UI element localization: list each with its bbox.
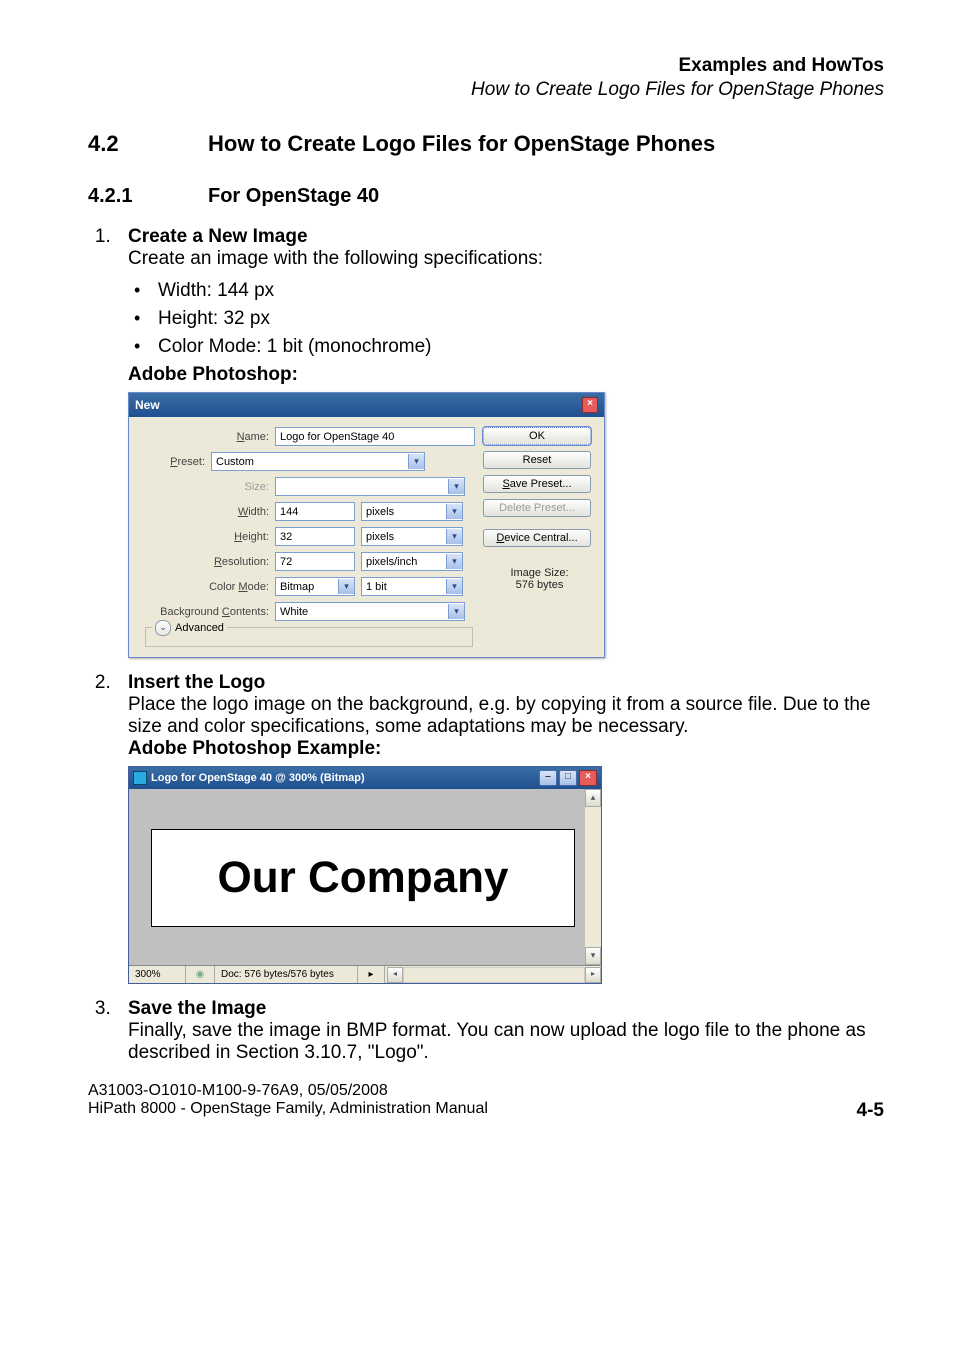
- footer-line2: HiPath 8000 - OpenStage Family, Administ…: [88, 1100, 488, 1117]
- lbl-size: Size:: [245, 481, 269, 493]
- step2-app-label: Adobe Photoshop Example:: [128, 738, 884, 760]
- dialog-title: New: [135, 398, 160, 412]
- window-titlebar[interactable]: Logo for OpenStage 40 @ 300% (Bitmap) – …: [129, 767, 601, 789]
- step-3: Save the Image Finally, save the image i…: [116, 998, 884, 1064]
- close-icon[interactable]: ×: [579, 770, 597, 786]
- preset-select[interactable]: Custom▾: [211, 452, 425, 471]
- height-input[interactable]: [275, 527, 355, 546]
- scroll-left-icon[interactable]: ◂: [387, 967, 403, 983]
- lbl-width: idth:: [248, 506, 269, 518]
- chevron-down-icon: ▾: [338, 579, 354, 594]
- scroll-right-icon[interactable]: ▸: [585, 967, 601, 983]
- step-2: Insert the Logo Place the logo image on …: [116, 672, 884, 984]
- minimize-icon[interactable]: –: [539, 770, 557, 786]
- lbl-bg: ontents:: [230, 606, 269, 618]
- lbl-colormode: ode:: [248, 581, 269, 593]
- steps-list: Create a New Image Create an image with …: [88, 226, 884, 1064]
- lbl-height: eight:: [242, 531, 269, 543]
- photoshop-canvas-window: Logo for OpenStage 40 @ 300% (Bitmap) – …: [128, 766, 602, 984]
- chevron-down-icon: ▾: [446, 529, 462, 544]
- colormode-select[interactable]: Bitmap▾: [275, 577, 355, 596]
- spec-width: Width: 144 px: [158, 280, 884, 302]
- delete-preset-button: Delete Preset...: [483, 499, 591, 517]
- step2-title: Insert the Logo: [128, 672, 884, 694]
- reset-button[interactable]: Reset: [483, 451, 591, 469]
- subsection-number: 4.2.1: [88, 185, 208, 208]
- window-title: Logo for OpenStage 40 @ 300% (Bitmap): [151, 772, 365, 784]
- chevron-down-icon: ▾: [448, 604, 464, 619]
- zoom-level[interactable]: 300%: [129, 966, 186, 983]
- section-title: How to Create Logo Files for OpenStage P…: [208, 131, 715, 157]
- maximize-icon[interactable]: □: [559, 770, 577, 786]
- vertical-scrollbar[interactable]: ▴ ▾: [585, 789, 601, 965]
- chevron-down-icon: ▾: [446, 579, 462, 594]
- imagesize-value: 576 bytes: [483, 579, 596, 591]
- advanced-label: Advanced: [175, 622, 224, 634]
- canvas-area[interactable]: Our Company: [129, 789, 585, 965]
- section-heading: 4.2 How to Create Logo Files for OpenSta…: [88, 131, 884, 157]
- scroll-down-icon[interactable]: ▾: [585, 947, 601, 965]
- photoshop-icon: [133, 771, 147, 785]
- chevron-down-icon[interactable]: ⌄: [155, 620, 171, 636]
- photoshop-new-dialog: New × Name: Preset: Custom▾: [128, 392, 605, 658]
- page-footer: A31003-O1010-M100-9-76A9, 05/05/2008 HiP…: [88, 1082, 884, 1118]
- section-number: 4.2: [88, 131, 208, 157]
- advanced-fieldset: ⌄ Advanced: [145, 627, 473, 647]
- chevron-down-icon: ▾: [448, 479, 464, 494]
- width-input[interactable]: [275, 502, 355, 521]
- chevron-down-icon: ▾: [446, 554, 462, 569]
- resolution-input[interactable]: [275, 552, 355, 571]
- chevron-down-icon: ▾: [408, 454, 424, 469]
- lbl-preset: reset:: [177, 456, 205, 468]
- logo-text: Our Company: [218, 853, 509, 903]
- depth-select[interactable]: 1 bit▾: [361, 577, 463, 596]
- step2-body: Place the logo image on the background, …: [128, 694, 884, 738]
- scroll-up-icon[interactable]: ▴: [585, 789, 601, 807]
- close-icon[interactable]: ×: [582, 397, 598, 413]
- subsection-heading: 4.2.1 For OpenStage 40: [88, 185, 884, 208]
- size-select: ▾: [275, 477, 465, 496]
- imagesize-label: Image Size:: [483, 567, 596, 579]
- subsection-title: For OpenStage 40: [208, 185, 379, 208]
- step3-body: Finally, save the image in BMP format. Y…: [128, 1020, 884, 1064]
- resolution-unit-select[interactable]: pixels/inch▾: [361, 552, 463, 571]
- status-icon: ◉: [186, 966, 215, 983]
- step3-title: Save the Image: [128, 998, 884, 1020]
- device-central-button[interactable]: Device Central...: [483, 529, 591, 547]
- save-preset-button[interactable]: Save Preset...: [483, 475, 591, 493]
- dialog-titlebar[interactable]: New ×: [129, 393, 604, 417]
- header-title: Examples and HowTos: [88, 55, 884, 77]
- step1-body: Create an image with the following speci…: [128, 248, 884, 270]
- footer-line1: A31003-O1010-M100-9-76A9, 05/05/2008: [88, 1082, 884, 1100]
- header-subtitle: How to Create Logo Files for OpenStage P…: [88, 79, 884, 101]
- horizontal-scrollbar[interactable]: ◂ ▸: [387, 967, 601, 983]
- image-canvas: Our Company: [151, 829, 575, 927]
- step1-title: Create a New Image: [128, 226, 884, 248]
- step-1: Create a New Image Create an image with …: [116, 226, 884, 658]
- lbl-resolution: esolution:: [222, 556, 269, 568]
- spec-height: Height: 32 px: [158, 308, 884, 330]
- flyout-icon[interactable]: ▸: [358, 966, 385, 983]
- page-header: Examples and HowTos How to Create Logo F…: [88, 55, 884, 101]
- page-number: 4-5: [857, 1100, 884, 1122]
- page: Examples and HowTos How to Create Logo F…: [0, 0, 954, 1158]
- lbl-name: ame:: [245, 431, 269, 443]
- step1-app-label: Adobe Photoshop:: [128, 364, 884, 386]
- ok-button[interactable]: OK: [483, 427, 591, 445]
- bg-select[interactable]: White▾: [275, 602, 465, 621]
- spec-list: Width: 144 px Height: 32 px Color Mode: …: [128, 280, 884, 358]
- spec-colormode: Color Mode: 1 bit (monochrome): [158, 336, 884, 358]
- doc-size: Doc: 576 bytes/576 bytes: [215, 966, 358, 983]
- name-input[interactable]: [275, 427, 475, 446]
- status-bar: 300% ◉ Doc: 576 bytes/576 bytes ▸ ◂ ▸: [129, 965, 601, 983]
- height-unit-select[interactable]: pixels▾: [361, 527, 463, 546]
- width-unit-select[interactable]: pixels▾: [361, 502, 463, 521]
- chevron-down-icon: ▾: [446, 504, 462, 519]
